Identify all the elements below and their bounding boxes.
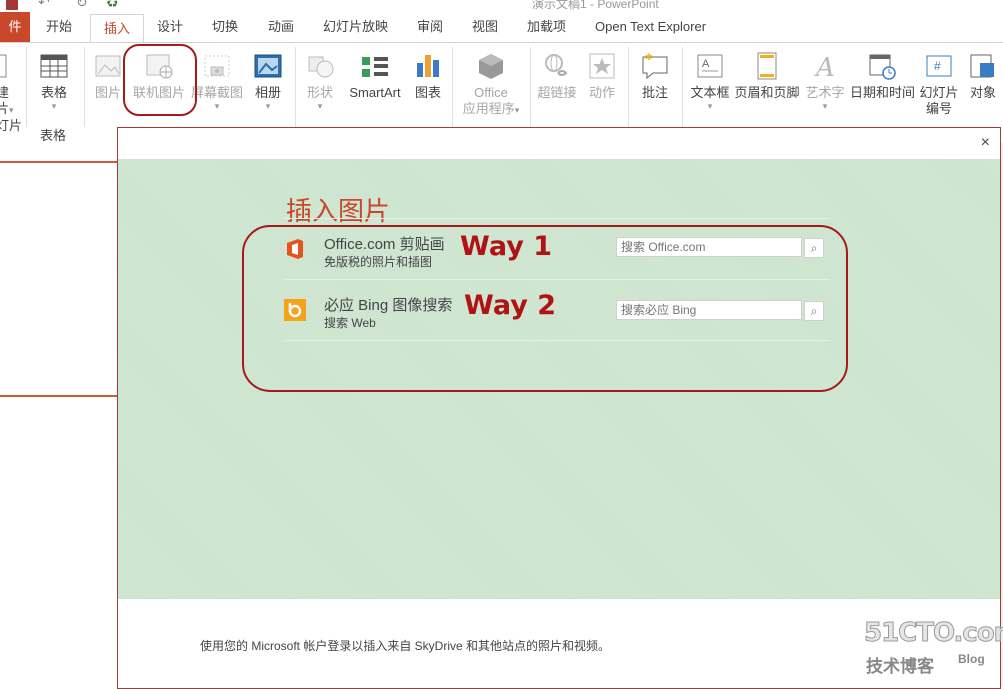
smartart-icon — [360, 51, 390, 81]
tab-insert[interactable]: 插入 — [90, 14, 144, 45]
signin-message: 使用您的 Microsoft 帐户登录以插入来自 SkyDrive 和其他站点的… — [200, 639, 611, 653]
chevron-down-icon: ▾ — [265, 101, 271, 111]
tab-open-text-explorer[interactable]: Open Text Explorer — [595, 12, 706, 42]
bing-search-row[interactable]: 必应 Bing 图像搜索 搜索 Web Way 2 ⌕ — [284, 280, 830, 341]
undo-icon[interactable]: ↶ — [38, 0, 50, 11]
svg-text:#: # — [934, 59, 941, 73]
group-label-table: 表格 — [40, 128, 67, 143]
tab-slideshow[interactable]: 幻灯片放映 — [323, 12, 388, 42]
bing-logo-icon — [284, 299, 306, 321]
tab-addins[interactable]: 加载项 — [527, 12, 566, 42]
site-watermark: 51CTO.com 技术博客 Blog — [864, 618, 1003, 678]
slide-thumbnail[interactable] — [0, 161, 118, 397]
search-icon[interactable]: ⌕ — [804, 238, 824, 258]
group-separator — [84, 47, 85, 127]
tab-review[interactable]: 审阅 — [417, 12, 443, 42]
tab-transitions[interactable]: 切换 — [212, 12, 238, 42]
office-apps-button[interactable]: Office 应用程序▾ — [458, 43, 524, 125]
dialog-body: 插入图片 Office.com 剪贴画 免版税的照片和插图 Way 1 ⌕ 必应… — [118, 159, 1000, 599]
star-icon — [587, 51, 617, 81]
chart-button[interactable]: 图表 — [410, 43, 446, 125]
shapes-icon — [305, 51, 335, 81]
office-clipart-row[interactable]: Office.com 剪贴画 免版税的照片和插图 Way 1 ⌕ — [284, 218, 830, 280]
search-icon[interactable]: ⌕ — [804, 301, 824, 321]
annotation-way-1: Way 1 — [460, 231, 552, 262]
chevron-down-icon: ▾ — [707, 101, 713, 111]
bing-source-desc: 搜索 Web — [324, 316, 376, 330]
title-bar: ↶ ↻ ♻ 演示文稿1 - PowerPoint — [0, 0, 1003, 12]
object-icon — [968, 51, 998, 81]
group-separator — [295, 47, 296, 127]
customize-qat-icon[interactable]: ♻ — [106, 0, 119, 11]
group-separator — [530, 47, 531, 127]
table-icon — [39, 51, 69, 81]
comment-icon: ✱ — [640, 51, 670, 81]
group-separator — [26, 47, 27, 127]
wordart-icon: A — [810, 51, 840, 83]
office-search-input[interactable] — [616, 237, 802, 257]
chevron-down-icon: ▾ — [822, 101, 828, 111]
action-button[interactable]: 动作 — [584, 43, 620, 125]
group-separator — [452, 47, 453, 127]
picture-button[interactable]: 图片 — [90, 43, 126, 125]
tab-animations[interactable]: 动画 — [268, 12, 294, 42]
office-search: ⌕ — [616, 237, 826, 259]
hyperlink-button[interactable]: 超链接 — [534, 43, 580, 125]
calendar-icon — [867, 51, 897, 81]
insert-pictures-dialog: × 插入图片 Office.com 剪贴画 免版税的照片和插图 Way 1 ⌕ … — [117, 127, 1001, 689]
bar-chart-icon — [413, 51, 443, 81]
photo-album-icon — [253, 51, 283, 81]
group-separator — [682, 47, 683, 127]
chevron-down-icon: ▾ — [51, 101, 57, 111]
table-button[interactable]: 表格 ▾ — [34, 43, 74, 125]
date-time-button[interactable]: 日期和时间 — [850, 43, 915, 125]
tab-view[interactable]: 视图 — [472, 12, 498, 42]
office-store-icon — [476, 51, 506, 81]
save-icon[interactable] — [6, 0, 18, 10]
close-button[interactable]: × — [981, 134, 990, 152]
ribbon-tabs: 件 开始 插入 设计 切换 动画 幻灯片放映 审阅 视图 加载项 Open Te… — [0, 12, 1003, 45]
picture-icon — [93, 51, 123, 81]
textbox-button[interactable]: A 文本框 ▾ — [688, 43, 732, 125]
slide-thumbnail-pane — [0, 143, 118, 687]
comment-button[interactable]: ✱ 批注 — [634, 43, 676, 125]
window-title: 演示文稿1 - PowerPoint — [532, 0, 659, 11]
office-source-desc: 免版税的照片和插图 — [324, 255, 433, 269]
watermark-blog: Blog — [958, 652, 985, 666]
camera-icon — [202, 51, 232, 81]
office-source-name: Office.com 剪贴画 — [324, 236, 445, 253]
chevron-down-icon: ▾ — [317, 101, 323, 111]
watermark-site: 51CTO.com — [864, 618, 1003, 649]
header-footer-button[interactable]: 页眉和页脚 — [734, 43, 800, 125]
shapes-button[interactable]: 形状 ▾ — [300, 43, 340, 125]
online-picture-highlight — [123, 44, 197, 116]
new-slide-button[interactable]: 建 片▾ 灯片 — [0, 43, 22, 133]
bing-search: ⌕ — [616, 300, 826, 322]
slide-number-button[interactable]: # 幻灯片 编号 — [916, 43, 962, 125]
new-slide-icon — [0, 51, 8, 81]
album-button[interactable]: 相册 ▾ — [248, 43, 288, 125]
header-footer-icon — [752, 51, 782, 81]
redo-icon[interactable]: ↻ — [76, 0, 88, 11]
smartart-button[interactable]: SmartArt — [344, 43, 406, 125]
svg-text:A: A — [702, 58, 710, 70]
tab-file[interactable]: 件 — [0, 12, 30, 42]
hyperlink-icon — [542, 51, 572, 81]
slide-number-icon: # — [924, 51, 954, 81]
group-separator — [628, 47, 629, 127]
watermark-tagline: 技术博客 — [866, 657, 934, 677]
object-button[interactable]: 对象 — [964, 43, 1002, 125]
wordart-button[interactable]: A 艺术字 ▾ — [802, 43, 848, 125]
svg-text:✱: ✱ — [645, 52, 653, 62]
svg-text:A: A — [814, 53, 835, 81]
textbox-icon: A — [695, 51, 725, 81]
bing-source-name: 必应 Bing 图像搜索 — [324, 297, 453, 314]
bing-search-input[interactable] — [616, 300, 802, 320]
tab-home[interactable]: 开始 — [46, 12, 72, 42]
tab-design[interactable]: 设计 — [157, 12, 183, 42]
annotation-way-2: Way 2 — [464, 290, 556, 321]
office-logo-icon — [284, 238, 306, 260]
